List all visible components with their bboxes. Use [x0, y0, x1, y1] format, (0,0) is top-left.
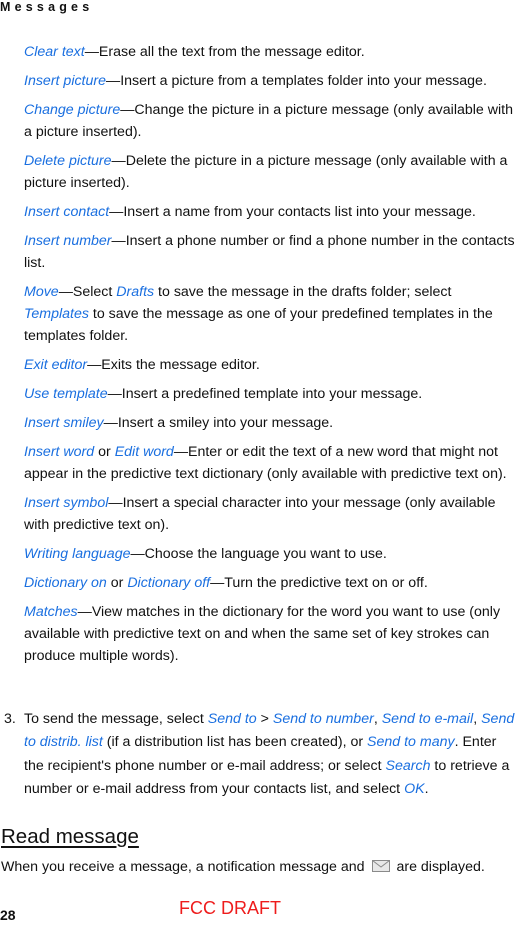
- send-to-number-link[interactable]: Send to number: [273, 711, 374, 727]
- para-text: When you receive a message, a notificati…: [1, 859, 369, 875]
- step-text-part: To send the message, select: [24, 711, 208, 727]
- step-text-part: ,: [473, 711, 482, 727]
- step-text-part: (if a distribution list has been created…: [102, 734, 368, 751]
- option-dictionary: Dictionary on or Dictionary off—Turn the…: [24, 572, 515, 594]
- option-name[interactable]: Insert smiley: [24, 415, 104, 431]
- option-insert-contact: Insert contact—Insert a name from your c…: [24, 201, 515, 223]
- option-name[interactable]: Dictionary on: [24, 575, 107, 591]
- step-3: 3. To send the message, select Send to >…: [4, 708, 515, 801]
- option-desc: —Insert a smiley into your message.: [103, 415, 334, 431]
- option-insert-picture: Insert picture—Insert a picture from a t…: [24, 70, 515, 92]
- option-exit-editor: Exit editor—Exits the message editor.: [24, 354, 515, 376]
- section-title-read-message: Read message: [1, 825, 139, 848]
- option-delete-picture: Delete picture—Delete the picture in a p…: [24, 150, 515, 194]
- option-name[interactable]: Insert symbol: [24, 495, 108, 511]
- option-desc: —Erase all the text from the message edi…: [84, 44, 365, 60]
- options-list: Clear text—Erase all the text from the m…: [24, 41, 515, 674]
- option-name[interactable]: Insert contact: [24, 204, 109, 220]
- option-desc: —Insert a picture from a templates folde…: [106, 73, 487, 89]
- option-insert-smiley: Insert smiley—Insert a smiley into your …: [24, 412, 515, 434]
- page-number: 28: [0, 907, 16, 923]
- option-clear-text: Clear text—Erase all the text from the m…: [24, 41, 515, 63]
- section-header: Messages: [0, 0, 94, 14]
- option-desc: —Choose the language you want to use.: [130, 546, 387, 562]
- option-writing-language: Writing language—Choose the language you…: [24, 543, 515, 565]
- option-name[interactable]: Exit editor: [24, 357, 87, 373]
- option-desc: —Turn the predictive text on or off.: [210, 575, 428, 591]
- option-desc: —Select: [58, 284, 117, 300]
- option-desc: —Insert a predefined template into your …: [107, 386, 423, 402]
- option-name[interactable]: Insert word: [24, 444, 94, 460]
- option-insert-word: Insert word or Edit word—Enter or edit t…: [24, 441, 515, 485]
- option-name[interactable]: Use template: [24, 386, 108, 402]
- drafts-link[interactable]: Drafts: [116, 284, 154, 300]
- option-name[interactable]: Writing language: [24, 546, 130, 562]
- envelope-icon: [371, 858, 390, 872]
- option-use-template: Use template—Insert a predefined templat…: [24, 383, 515, 405]
- templates-link[interactable]: Templates: [24, 306, 89, 322]
- option-name-alt[interactable]: Dictionary off: [127, 575, 210, 591]
- para-text: are displayed.: [392, 859, 485, 875]
- step-text: To send the message, select Send to > Se…: [24, 708, 515, 801]
- step-text-part: .: [424, 780, 429, 797]
- option-name[interactable]: Insert picture: [24, 73, 106, 89]
- option-name[interactable]: Change picture: [24, 102, 120, 118]
- step-number: 3.: [4, 711, 16, 727]
- send-to-email-link[interactable]: Send to e-mail: [382, 711, 473, 727]
- option-name[interactable]: Delete picture: [24, 153, 112, 169]
- option-desc: —Insert a name from your contacts list i…: [109, 204, 476, 220]
- option-name[interactable]: Matches: [24, 604, 78, 620]
- option-insert-symbol: Insert symbol—Insert a special character…: [24, 492, 515, 536]
- option-move: Move—Select Drafts to save the message i…: [24, 281, 515, 347]
- option-desc: to save the message as one of your prede…: [24, 306, 493, 344]
- step-text-part: ,: [373, 711, 382, 727]
- option-desc: —View matches in the dictionary for the …: [24, 604, 501, 664]
- option-desc: to save the message in the drafts folder…: [154, 284, 452, 300]
- option-name[interactable]: Clear text: [24, 44, 85, 60]
- option-name[interactable]: Insert number: [24, 233, 112, 249]
- option-insert-number: Insert number—Insert a phone number or f…: [24, 230, 515, 274]
- option-name-alt[interactable]: Edit word: [115, 444, 174, 460]
- search-link[interactable]: Search: [386, 758, 431, 774]
- option-name[interactable]: Move: [24, 284, 59, 300]
- send-to-many-link[interactable]: Send to many: [367, 734, 455, 750]
- read-message-paragraph: When you receive a message, a notificati…: [1, 857, 485, 877]
- ok-link[interactable]: OK: [404, 781, 425, 797]
- or-text: or: [94, 444, 115, 460]
- send-to-link[interactable]: Send to: [208, 711, 257, 727]
- step-text-part: >: [256, 711, 273, 727]
- option-matches: Matches—View matches in the dictionary f…: [24, 601, 515, 667]
- option-desc: —Exits the message editor.: [87, 357, 260, 373]
- or-text: or: [106, 575, 128, 591]
- option-change-picture: Change picture—Change the picture in a p…: [24, 99, 515, 143]
- draft-watermark: FCC DRAFT: [179, 898, 281, 918]
